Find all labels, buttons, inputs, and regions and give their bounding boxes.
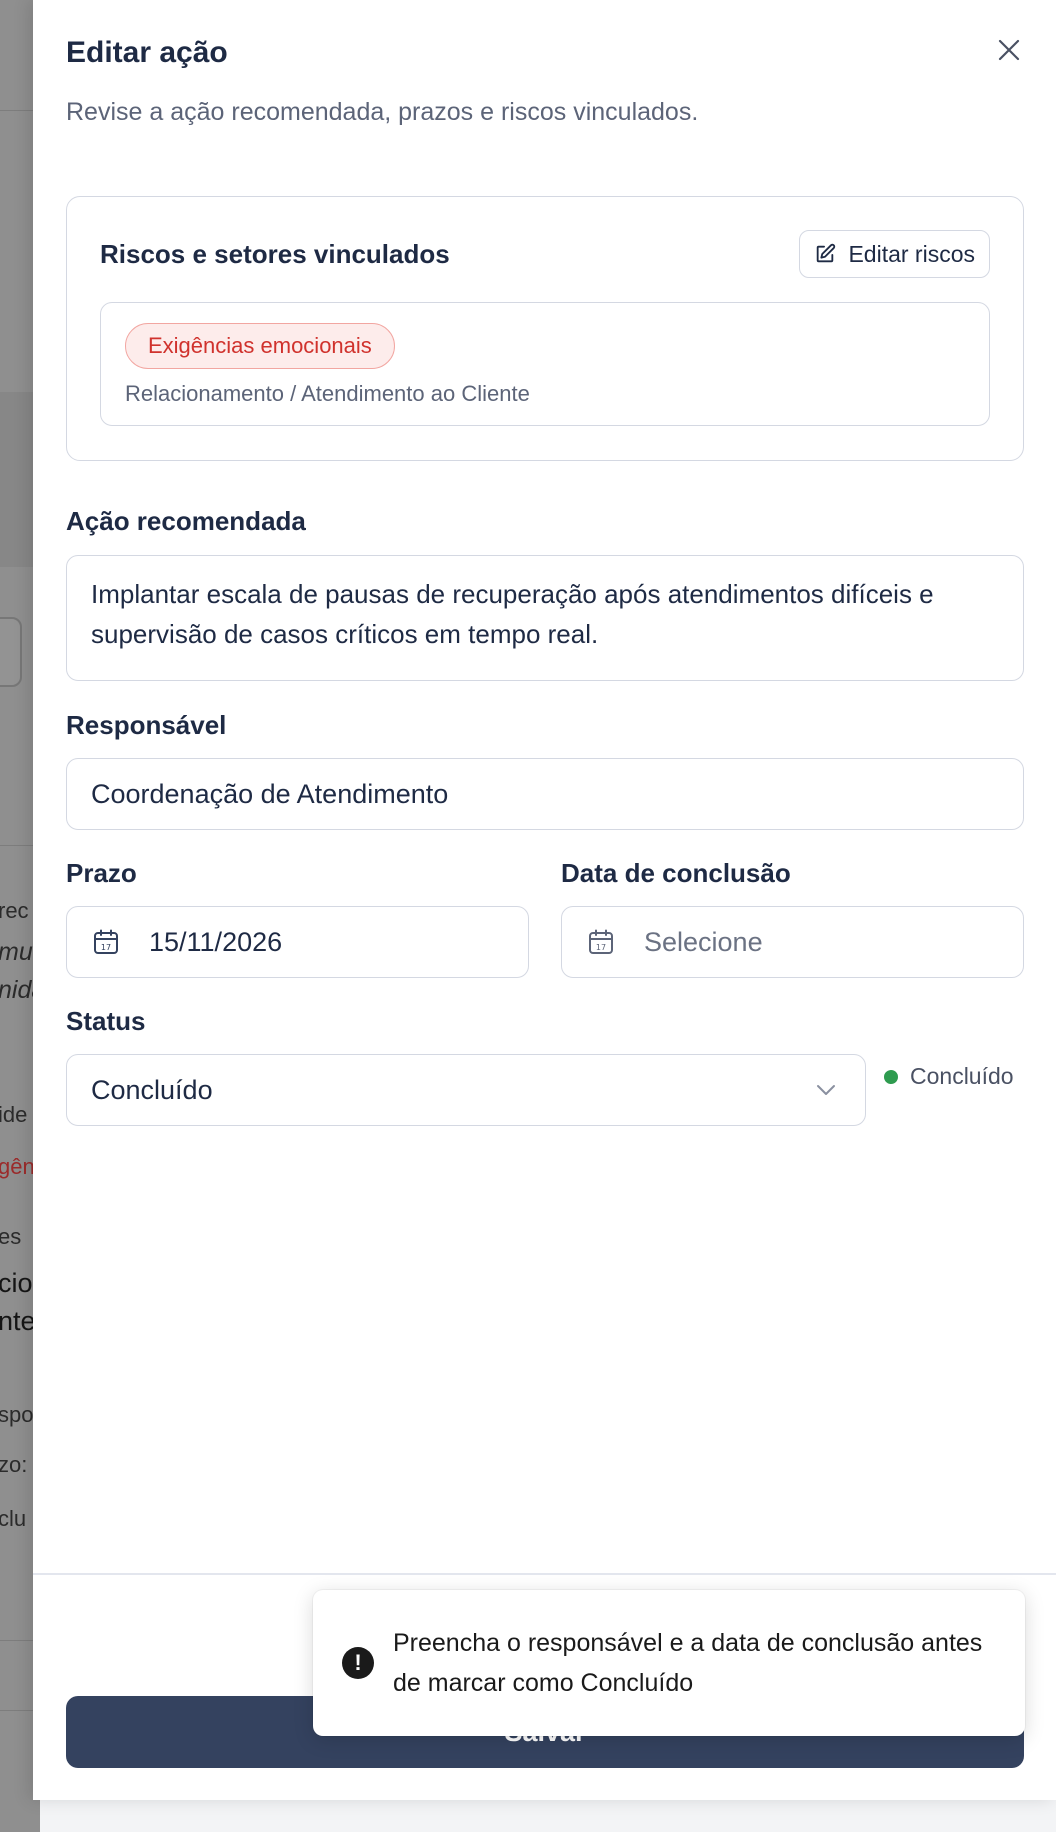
linked-risks-card: Riscos e setores vinculados Editar risco… (66, 196, 1024, 461)
close-button[interactable] (993, 34, 1025, 66)
edit-risks-label: Editar riscos (848, 240, 975, 267)
drawer-title: Editar ação (66, 36, 228, 69)
completion-date-input[interactable]: 17 Selecione (561, 906, 1024, 978)
toast-message: Preencha o responsável e a data de concl… (393, 1629, 983, 1697)
bg-text: cio (0, 1268, 33, 1298)
chevron-down-icon (817, 1085, 835, 1095)
deadline-value: 15/11/2026 (149, 926, 283, 957)
owner-value: Coordenação de Atendimento (91, 778, 449, 809)
status-indicator-label: Concluído (910, 1063, 1014, 1089)
footer-divider (33, 1573, 1056, 1575)
status-dot (884, 1069, 898, 1084)
edit-icon (817, 243, 836, 263)
status-select[interactable]: Concluído (66, 1054, 866, 1126)
risk-tag: Exigências emocionais (125, 323, 395, 369)
status-label: Status (66, 1006, 146, 1036)
completion-placeholder: Selecione (644, 926, 763, 957)
calendar-icon: 17 (588, 929, 614, 955)
bg-text: zo: (0, 1452, 28, 1477)
linked-risks-title: Riscos e setores vinculados (100, 239, 450, 269)
completion-label: Data de conclusão (561, 858, 791, 888)
bg-text: gên (0, 1154, 35, 1179)
validation-toast: ! Preencha o responsável e a data de con… (313, 1590, 1025, 1736)
edit-risks-button[interactable]: Editar riscos (799, 230, 990, 278)
bg-text: es (0, 1224, 22, 1249)
bg-text: ide (0, 1102, 28, 1127)
bg-text: rec (0, 898, 29, 923)
bg-card (0, 617, 22, 687)
owner-input[interactable]: Coordenação de Atendimento (66, 758, 1024, 830)
close-icon (998, 39, 1020, 61)
bg-text: clu (0, 1506, 27, 1531)
calendar-icon: 17 (93, 929, 119, 955)
svg-text:17: 17 (596, 943, 606, 952)
status-indicator: Concluído (884, 1063, 1014, 1090)
bg-text: nte (0, 1306, 36, 1336)
status-value: Concluído (91, 1074, 213, 1105)
risk-item: Exigências emocionais Relacionamento / A… (100, 302, 990, 426)
edit-action-drawer: Editar ação Revise a ação recomendada, p… (33, 0, 1056, 1800)
deadline-date-input[interactable]: 17 15/11/2026 (66, 906, 529, 978)
action-label: Ação recomendada (66, 506, 306, 536)
risk-sector: Relacionamento / Atendimento ao Cliente (125, 381, 530, 406)
deadline-label: Prazo (66, 858, 137, 888)
owner-label: Responsável (66, 710, 227, 740)
alert-icon: ! (342, 1647, 374, 1679)
action-textarea[interactable]: Implantar escala de pausas de recuperaçã… (66, 555, 1024, 681)
drawer-subtitle: Revise a ação recomendada, prazos e risc… (66, 98, 699, 126)
svg-text:17: 17 (101, 943, 111, 952)
